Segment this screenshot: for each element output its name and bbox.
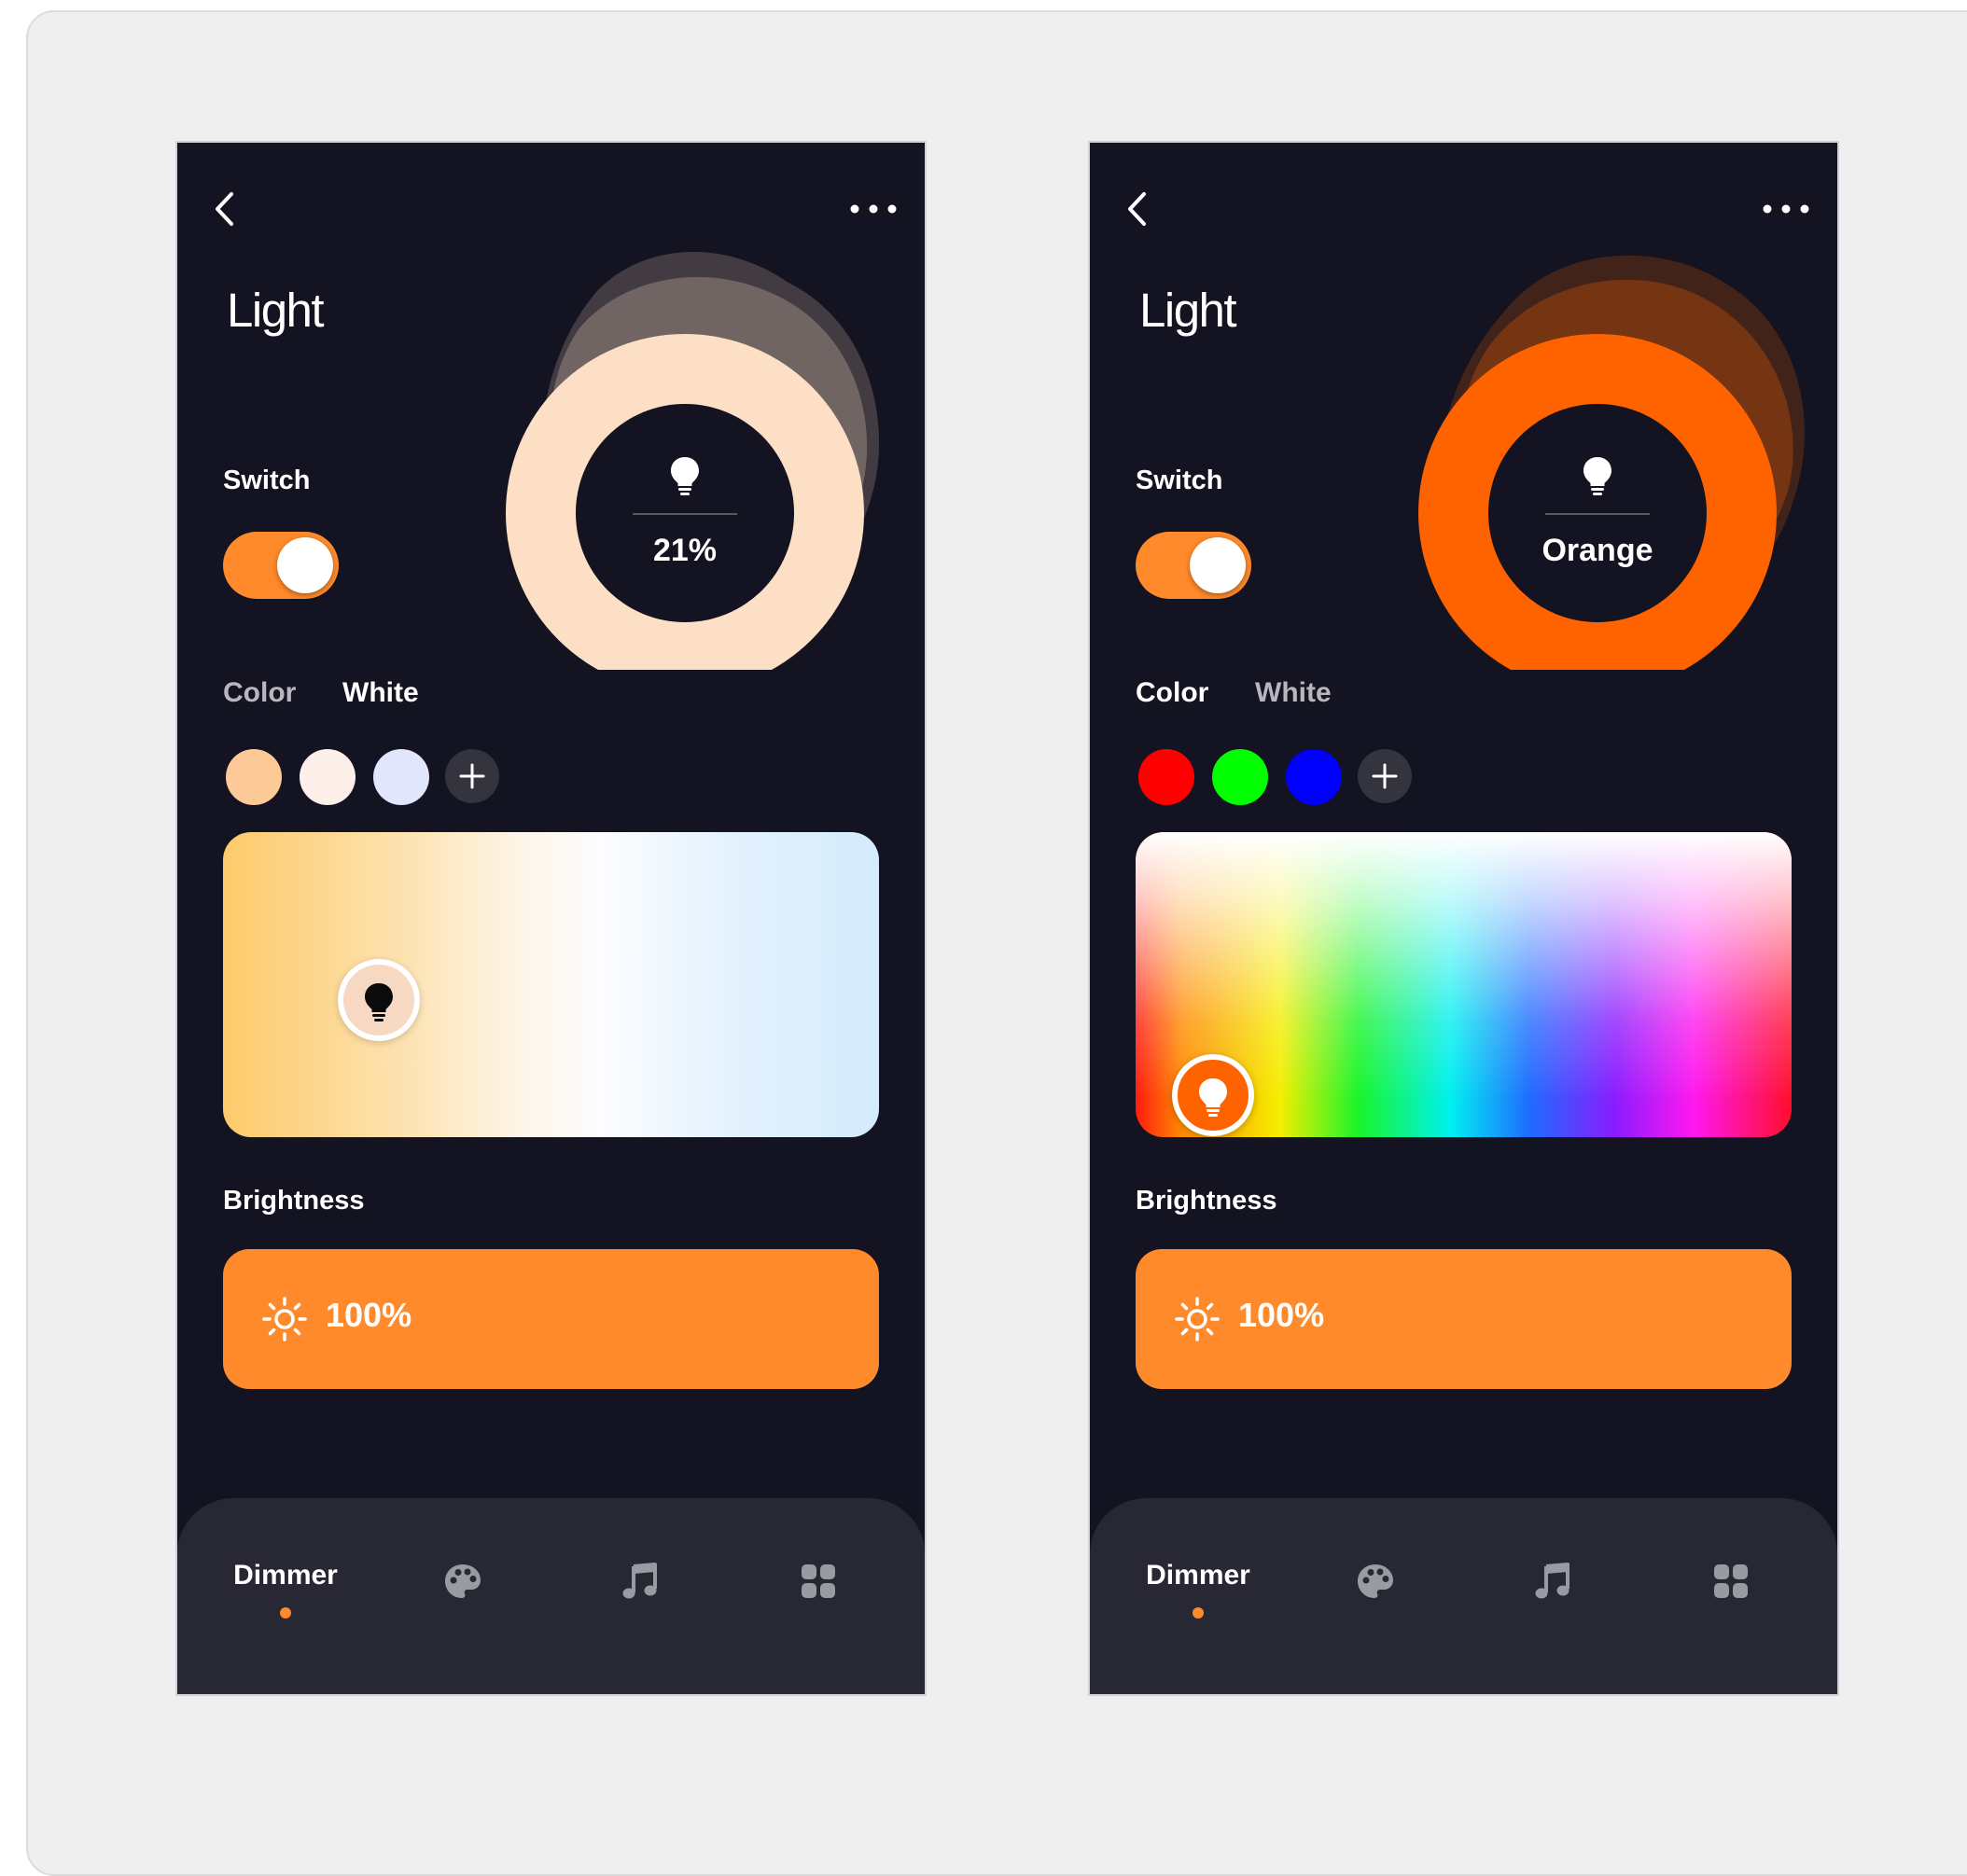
- active-indicator-dot: [280, 1607, 291, 1619]
- power-toggle[interactable]: [223, 532, 339, 599]
- phone-screen-white-mode: Light Switch 21% Color White Brightness …: [177, 143, 925, 1694]
- toggle-knob: [1190, 537, 1246, 593]
- bulb-icon: [671, 457, 699, 495]
- nav-tab-dimmer[interactable]: Dimmer: [1146, 1560, 1250, 1591]
- dial-divider: [1545, 513, 1650, 515]
- brightness-value: 100%: [1238, 1296, 1325, 1334]
- bottom-nav: Dimmer: [177, 1498, 925, 1694]
- bulb-icon: [1583, 457, 1611, 495]
- chevron-left-icon: [216, 192, 233, 226]
- active-indicator-dot: [1193, 1607, 1204, 1619]
- power-toggle[interactable]: [1136, 532, 1251, 599]
- music-note-icon[interactable]: [1532, 1561, 1573, 1602]
- phone-screen-color-mode: Light Switch Orange Color White Brightne…: [1090, 143, 1837, 1694]
- dial-center: 21%: [576, 404, 794, 622]
- dial-center: Orange: [1488, 404, 1707, 622]
- dial-divider: [633, 513, 737, 515]
- brightness-label: Brightness: [223, 1186, 365, 1216]
- page-title: Light: [227, 284, 325, 337]
- add-swatch-button[interactable]: [445, 749, 499, 803]
- grid-icon[interactable]: [1710, 1561, 1751, 1602]
- picker-handle[interactable]: [338, 959, 420, 1041]
- sun-icon: [1175, 1297, 1220, 1341]
- switch-label: Switch: [1136, 466, 1223, 495]
- brightness-value: 100%: [326, 1296, 412, 1334]
- swatch-red[interactable]: [1138, 749, 1194, 805]
- swatch-green[interactable]: [1212, 749, 1268, 805]
- brightness-label: Brightness: [1136, 1186, 1277, 1216]
- tab-color[interactable]: Color: [1136, 677, 1208, 709]
- page-title: Light: [1139, 284, 1237, 337]
- back-button[interactable]: [203, 186, 250, 232]
- switch-label: Switch: [223, 466, 311, 495]
- music-note-icon[interactable]: [620, 1561, 661, 1602]
- plus-icon: [1372, 763, 1398, 789]
- chevron-left-icon: [1128, 192, 1146, 226]
- dial-value: 21%: [652, 533, 718, 568]
- color-spectrum-picker[interactable]: [1136, 832, 1792, 1137]
- sun-icon: [262, 1297, 307, 1341]
- picker-handle[interactable]: [1172, 1054, 1254, 1136]
- toggle-knob: [277, 537, 333, 593]
- dial-value: Orange: [1542, 533, 1653, 568]
- palette-icon[interactable]: [442, 1561, 483, 1602]
- back-button[interactable]: [1116, 186, 1163, 232]
- more-options-button[interactable]: [845, 186, 901, 232]
- light-dial[interactable]: Orange: [1393, 241, 1822, 670]
- brightness-slider[interactable]: 100%: [1136, 1249, 1792, 1389]
- palette-icon[interactable]: [1355, 1561, 1396, 1602]
- plus-icon: [459, 763, 485, 789]
- bulb-icon: [1199, 1078, 1227, 1117]
- more-dots-icon: [850, 204, 897, 214]
- tab-color[interactable]: Color: [223, 677, 296, 709]
- more-dots-icon: [1763, 204, 1809, 214]
- nav-tab-dimmer[interactable]: Dimmer: [233, 1560, 338, 1591]
- bottom-nav: Dimmer: [1090, 1498, 1837, 1694]
- swatch-cool[interactable]: [373, 749, 429, 805]
- swatch-warm[interactable]: [226, 749, 282, 805]
- swatch-neutral[interactable]: [300, 749, 356, 805]
- swatch-blue[interactable]: [1286, 749, 1342, 805]
- bulb-icon: [365, 983, 393, 1021]
- tab-white[interactable]: White: [1255, 677, 1332, 709]
- light-dial[interactable]: 21%: [481, 241, 910, 670]
- white-temperature-picker[interactable]: [223, 832, 879, 1137]
- grid-icon[interactable]: [798, 1561, 839, 1602]
- add-swatch-button[interactable]: [1358, 749, 1412, 803]
- tab-white[interactable]: White: [342, 677, 419, 709]
- brightness-slider[interactable]: 100%: [223, 1249, 879, 1389]
- more-options-button[interactable]: [1758, 186, 1814, 232]
